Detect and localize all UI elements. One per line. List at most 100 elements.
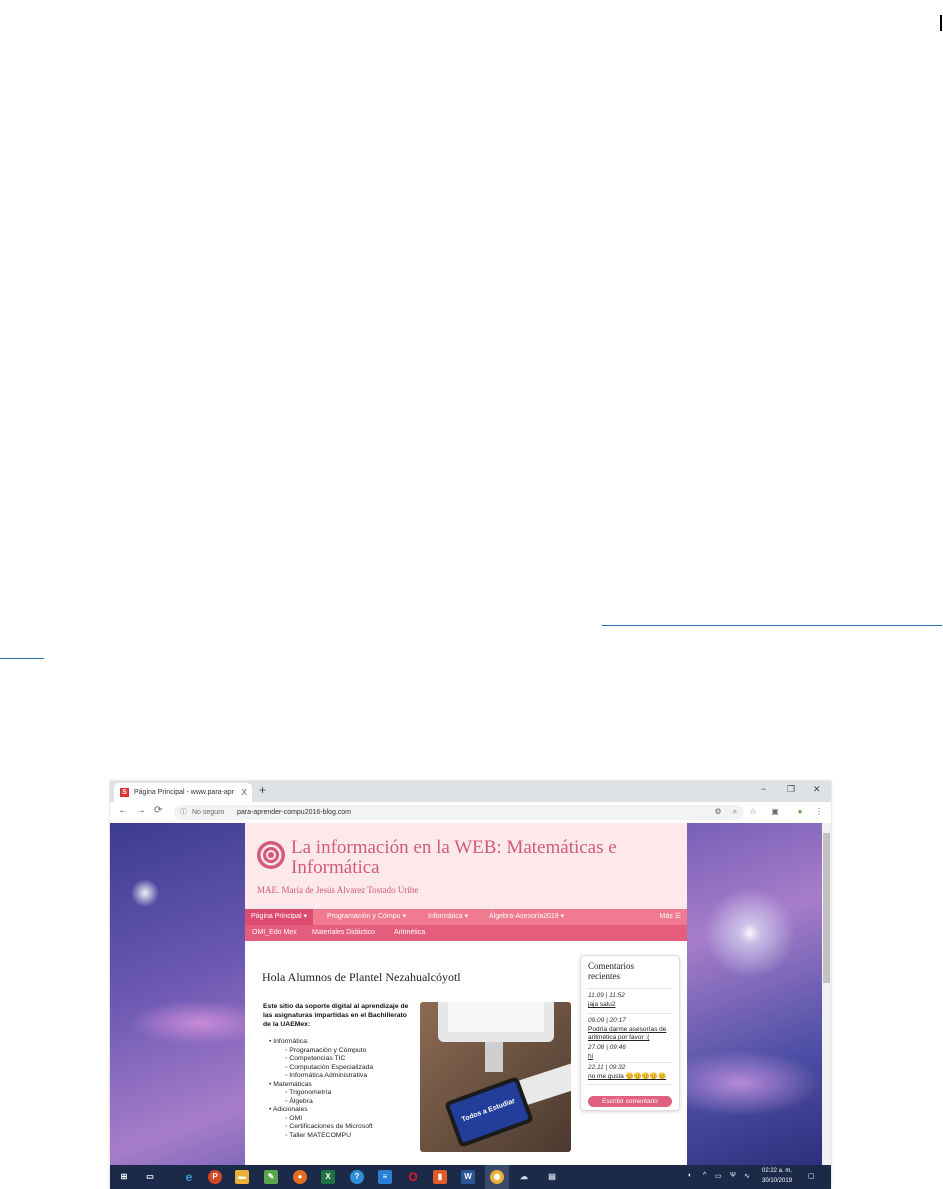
site-settings-icon[interactable]: ⚙ bbox=[713, 807, 723, 817]
app-icon-2[interactable]: ▮ bbox=[433, 1170, 447, 1184]
windows-taskbar: ⊞ ▭ e P ▬ ✎ ● X ? ≡ O ▮ W ◉ ☁ ▤ ◐ ^ ▭ Ψ … bbox=[110, 1165, 831, 1189]
text-cursor bbox=[940, 15, 942, 31]
security-label: No seguro bbox=[192, 809, 225, 816]
menu-item-omi[interactable]: OMI_Edo Mex bbox=[252, 925, 297, 941]
tray-expand-icon[interactable]: ^ bbox=[703, 1172, 706, 1179]
primary-menu: Página Principal ▾ Programación y Cómpu … bbox=[245, 909, 687, 925]
url-text[interactable]: para-aprender-compu2016-blog.com bbox=[237, 805, 351, 820]
minimize-button[interactable]: − bbox=[761, 784, 766, 794]
scrollbar-thumb[interactable] bbox=[823, 833, 830, 983]
comment-link[interactable]: no me gusta 😊😊😊😊😊 bbox=[588, 1073, 674, 1081]
divider bbox=[588, 1062, 672, 1063]
tab-bar: S Página Principal - www.para-apre X + −… bbox=[110, 781, 831, 802]
excel-icon[interactable]: X bbox=[321, 1170, 335, 1184]
comment-link[interactable]: hi bbox=[588, 1053, 674, 1061]
secondary-menu: OMI_Edo Mex Materiales Didáctico Aritmét… bbox=[245, 925, 687, 941]
blog-header: La información en la WEB: Matemáticas e … bbox=[245, 823, 687, 909]
list-item: ◦ Computación Especializada bbox=[285, 1063, 374, 1071]
battery-icon[interactable]: ▭ bbox=[715, 1172, 722, 1180]
list-item: • Matemáticas bbox=[269, 1080, 312, 1088]
forward-icon[interactable]: → bbox=[136, 805, 146, 816]
close-tab-icon[interactable]: X bbox=[242, 783, 247, 802]
divider bbox=[588, 988, 672, 989]
menu-kebab-icon[interactable]: ⋮ bbox=[814, 807, 824, 817]
vertical-scrollbar[interactable] bbox=[822, 823, 831, 1165]
word-icon[interactable]: W bbox=[461, 1170, 475, 1184]
system-clock[interactable]: 02:22 a. m. 30/10/2019 bbox=[762, 1166, 792, 1186]
write-comment-button[interactable]: Escribir comentario bbox=[588, 1096, 672, 1107]
target-logo-icon bbox=[257, 841, 285, 869]
app-icon-3[interactable]: ☁ bbox=[517, 1170, 531, 1184]
clock-time: 02:22 a. m. bbox=[762, 1168, 793, 1174]
tray-app-icon[interactable]: ◐ bbox=[688, 1172, 692, 1179]
usb-icon[interactable]: Ψ bbox=[730, 1172, 736, 1179]
chrome-icon[interactable]: ◉ bbox=[490, 1170, 504, 1184]
list-item: ◦ Informática Administrativa bbox=[285, 1072, 368, 1079]
subject-list: • Informática: ◦ Programación y Cómputo … bbox=[263, 1038, 373, 1140]
menu-more-button[interactable]: Más ☰ bbox=[660, 909, 681, 925]
start-icon[interactable]: ⊞ bbox=[117, 1170, 131, 1184]
file-explorer-icon[interactable]: ▬ bbox=[235, 1170, 249, 1184]
restore-button[interactable]: ❐ bbox=[787, 784, 795, 795]
notes-icon[interactable]: ≡ bbox=[378, 1170, 392, 1184]
help-icon[interactable]: ? bbox=[350, 1170, 364, 1184]
menu-item-programacion[interactable]: Programación y Cómpu ▾ bbox=[327, 909, 406, 925]
comment-link[interactable]: jaja salu2 bbox=[588, 1001, 674, 1009]
back-icon[interactable]: ← bbox=[118, 805, 128, 816]
network-icon[interactable]: ∿ bbox=[744, 1172, 750, 1180]
list-item: ◦ Trigonometría bbox=[285, 1089, 332, 1096]
task-view-icon[interactable]: ▭ bbox=[143, 1170, 157, 1184]
zoom-icon[interactable]: ⌕ bbox=[730, 807, 740, 817]
browser-screenshot: S Página Principal - www.para-apre X + −… bbox=[110, 781, 831, 1189]
list-item: ◦ Certificaciones de Microsoft bbox=[285, 1123, 373, 1130]
menu-item-algebra[interactable]: Álgebra-Asesoría2019 ▾ bbox=[489, 909, 564, 925]
page-viewport: La información en la WEB: Matemáticas e … bbox=[110, 823, 822, 1165]
powerpoint-icon[interactable]: P bbox=[208, 1170, 222, 1184]
app-icon[interactable]: ✎ bbox=[264, 1170, 278, 1184]
list-item: ◦ Taller MATECOMPU bbox=[285, 1131, 351, 1139]
menu-item-aritmetica[interactable]: Aritmética bbox=[394, 925, 425, 941]
hyperlink-underline-continued[interactable] bbox=[0, 658, 44, 659]
info-icon[interactable]: ⓘ bbox=[180, 805, 187, 820]
list-item: ◦ Álgebra bbox=[285, 1097, 313, 1105]
comment-meta: 27.08 | 09:46 bbox=[588, 1044, 626, 1051]
menu-item-pagina-principal[interactable]: Página Principal ▾ bbox=[245, 909, 314, 925]
blog-page: La información en la WEB: Matemáticas e … bbox=[245, 823, 687, 1165]
clock-date: 30/10/2019 bbox=[762, 1178, 793, 1184]
extension-icon[interactable]: ● bbox=[795, 807, 805, 817]
tab-title: Página Principal - www.para-apre bbox=[134, 789, 234, 796]
post-title[interactable]: Hola Alumnos de Plantel Nezahualcóyotl bbox=[262, 970, 461, 985]
divider bbox=[588, 1013, 672, 1014]
hyperlink-underline[interactable] bbox=[602, 625, 942, 626]
edge-icon[interactable]: e bbox=[182, 1170, 196, 1184]
tablet-screen-text: Todos a Estudiar bbox=[460, 1097, 517, 1124]
monitor-stand bbox=[485, 1042, 503, 1072]
blog-subtitle: MAE. María de Jesús Alvarez Tostado Urib… bbox=[257, 885, 419, 895]
menu-item-materiales[interactable]: Materiales Didáctico bbox=[312, 925, 375, 941]
comment-meta: 09.09 | 20:17 bbox=[588, 1017, 626, 1024]
list-item: • Informática: bbox=[269, 1038, 309, 1045]
app-icon-4[interactable]: ▤ bbox=[545, 1170, 559, 1184]
firefox-icon[interactable]: ● bbox=[293, 1170, 307, 1184]
widget-title: Comentarios recientes bbox=[588, 961, 634, 981]
list-item: • Adicionales bbox=[269, 1106, 308, 1113]
comment-link[interactable]: Podría darme asesorías de aritmética por… bbox=[588, 1026, 674, 1042]
post-intro: Este sitio da soporte digital al aprendi… bbox=[263, 1003, 409, 1028]
reload-icon[interactable]: ⟳ bbox=[154, 805, 162, 816]
pdf-extension-icon[interactable]: ▣ bbox=[770, 807, 780, 817]
notifications-icon[interactable]: ▢ bbox=[808, 1172, 815, 1180]
comment-meta: 11.09 | 11:52 bbox=[588, 992, 625, 999]
opera-icon[interactable]: O bbox=[406, 1170, 420, 1184]
recent-comments-widget: Comentarios recientes 11.09 | 11:52 jaja… bbox=[580, 955, 680, 1111]
list-item: ◦ OMI bbox=[285, 1114, 303, 1122]
browser-tab[interactable]: S Página Principal - www.para-apre X bbox=[114, 783, 252, 802]
bookmark-star-icon[interactable]: ☆ bbox=[748, 807, 758, 817]
omnibox[interactable]: ⓘ No seguro para-aprender-compu2016-blog… bbox=[174, 805, 744, 820]
menu-item-informatica[interactable]: Informática ▾ bbox=[428, 909, 468, 925]
new-tab-button[interactable]: + bbox=[259, 783, 266, 797]
blog-title[interactable]: La información en la WEB: Matemáticas e … bbox=[291, 838, 671, 878]
close-window-button[interactable]: ✕ bbox=[813, 784, 821, 795]
list-item: ◦ Competencias TIC bbox=[285, 1055, 346, 1062]
post-image: Todos a Estudiar bbox=[420, 1002, 571, 1152]
monitor-illustration bbox=[438, 1002, 554, 1042]
